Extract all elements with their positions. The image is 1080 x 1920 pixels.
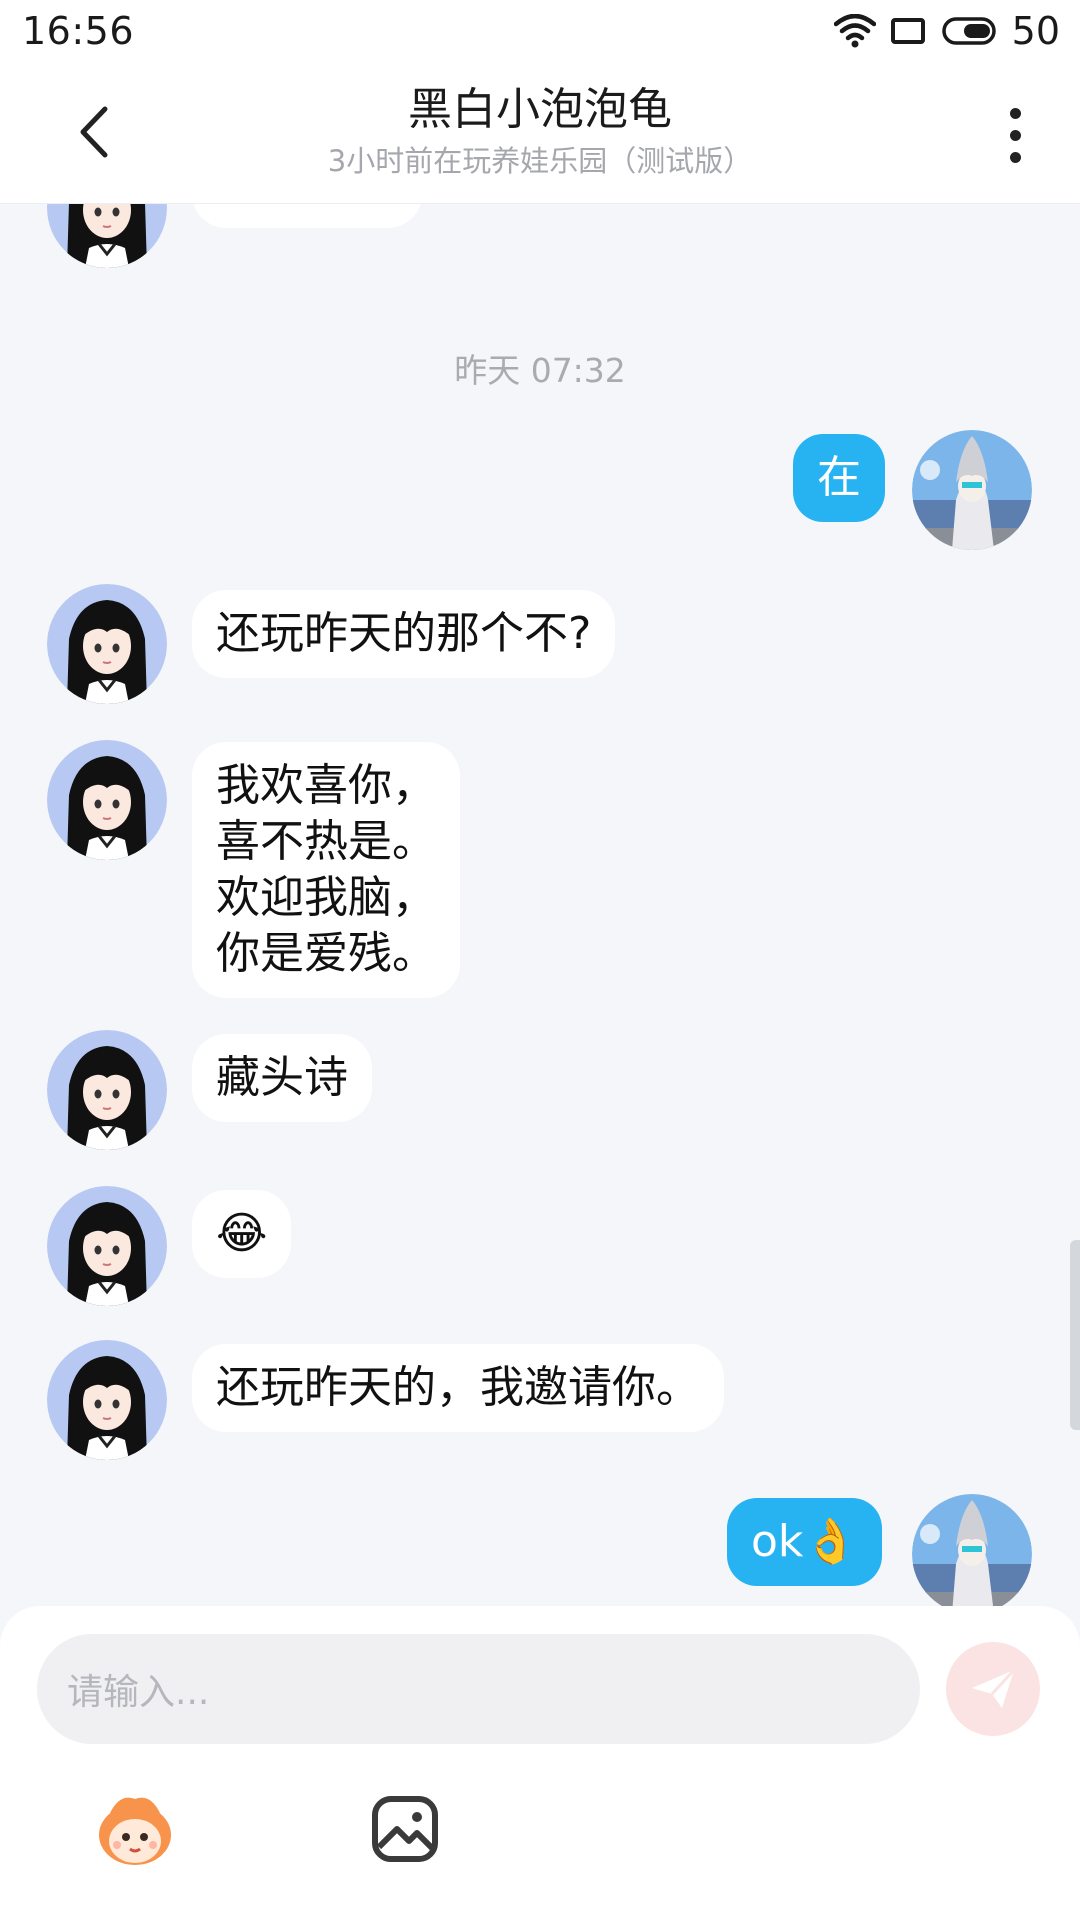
screen-rotate-icon — [890, 18, 925, 44]
send-button[interactable] — [946, 1642, 1040, 1736]
chevron-left-icon — [80, 106, 108, 158]
battery-level: 50 — [1011, 9, 1060, 53]
message-input[interactable]: 请输入... — [37, 1634, 920, 1744]
message-bubble-received[interactable]: 还玩昨天的那个不? — [192, 590, 616, 678]
more-vertical-icon — [1009, 107, 1021, 119]
message-bubble-sent[interactable]: 在 — [793, 434, 885, 522]
avatar[interactable] — [47, 740, 167, 860]
chat-header: 黑白小泡泡龟 3小时前在玩养娃乐园（测试版） — [0, 62, 1080, 204]
back-button[interactable] — [64, 100, 124, 164]
sticker-button[interactable] — [90, 1784, 180, 1874]
image-button[interactable] — [360, 1784, 450, 1874]
title-block: 黑白小泡泡龟 3小时前在玩养娃乐园（测试版） — [240, 82, 840, 182]
message-list[interactable]: 昨天 07:32 在 还玩昨天的那个不? 我欢喜你， 喜不热是。 欢迎我脑， 你… — [0, 204, 1080, 1606]
status-bar: 16:56 50 — [0, 0, 1080, 62]
more-options-button[interactable] — [990, 100, 1040, 170]
scrollbar[interactable] — [1070, 1240, 1080, 1430]
message-bubble-sent[interactable]: ok👌 — [727, 1498, 883, 1586]
message-bubble-received[interactable]: 还玩昨天的，我邀请你。 — [192, 1344, 724, 1432]
message-bubble-received[interactable]: 藏头诗 — [192, 1034, 372, 1122]
presence-subtitle: 3小时前在玩养娃乐园（测试版） — [327, 144, 753, 178]
status-icons: 50 — [833, 9, 1060, 53]
avatar[interactable] — [47, 204, 167, 268]
avatar[interactable] — [47, 584, 167, 704]
paper-plane-icon — [972, 1668, 1016, 1708]
chat-screen: 16:56 50 黑白小泡泡龟 3小时前在玩养娃乐园（测试版） 昨天 07:32… — [0, 0, 1080, 1920]
avatar[interactable] — [47, 1186, 167, 1306]
input-bar: 请输入... — [0, 1606, 1080, 1920]
avatar[interactable] — [912, 1494, 1032, 1606]
avatar[interactable] — [912, 430, 1032, 550]
status-time: 16:56 — [22, 9, 135, 53]
message-bubble-received[interactable]: 我欢喜你， 喜不热是。 欢迎我脑， 你是爱残。 — [192, 742, 460, 998]
battery-icon — [941, 17, 996, 45]
message-bubble-partial — [192, 204, 422, 228]
wifi-icon — [833, 14, 876, 48]
page-title: 黑白小泡泡龟 — [408, 84, 672, 135]
avatar[interactable] — [47, 1340, 167, 1460]
mascot-face-icon — [99, 1797, 171, 1865]
message-timestamp: 昨天 07:32 — [454, 351, 626, 390]
image-icon — [372, 1796, 438, 1862]
avatar[interactable] — [47, 1030, 167, 1150]
message-bubble-received[interactable]: 😂 — [192, 1190, 292, 1278]
